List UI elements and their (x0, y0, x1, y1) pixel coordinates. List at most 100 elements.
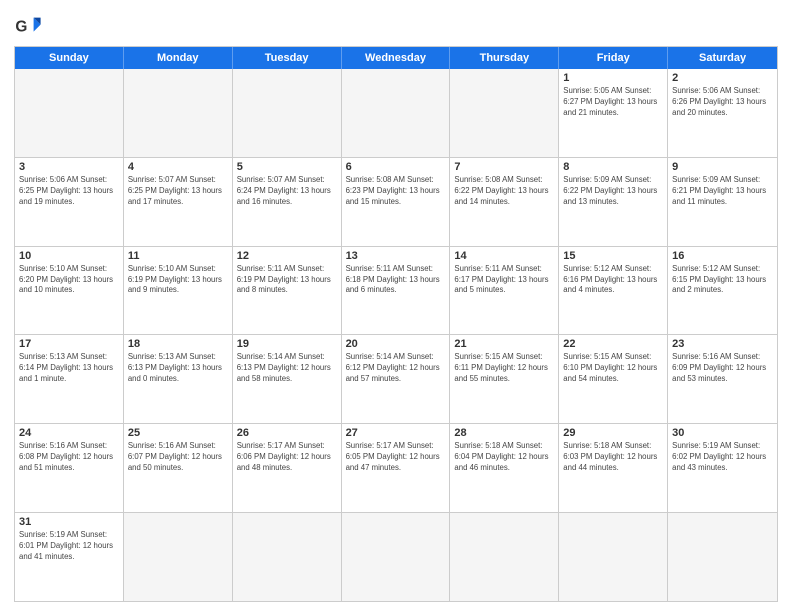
calendar-cell (124, 69, 233, 157)
day-info: Sunrise: 5:09 AM Sunset: 6:22 PM Dayligh… (563, 175, 663, 208)
day-number: 20 (346, 338, 446, 350)
calendar-cell: 31 Sunrise: 5:19 AM Sunset: 6:01 PM Dayli… (15, 513, 124, 601)
logo-icon: G (14, 12, 42, 40)
day-number: 4 (128, 161, 228, 173)
day-info: Sunrise: 5:11 AM Sunset: 6:17 PM Dayligh… (454, 264, 554, 297)
day-info: Sunrise: 5:07 AM Sunset: 6:24 PM Dayligh… (237, 175, 337, 208)
day-number: 19 (237, 338, 337, 350)
calendar-cell: 19Sunrise: 5:14 AM Sunset: 6:13 PM Dayli… (233, 335, 342, 423)
header: G (14, 12, 778, 40)
calendar-header-cell: Thursday (450, 47, 559, 69)
calendar-cell: 28Sunrise: 5:18 AM Sunset: 6:04 PM Dayli… (450, 424, 559, 512)
day-info: Sunrise: 5:06 AM Sunset: 6:25 PM Dayligh… (19, 175, 119, 208)
calendar-row: 17Sunrise: 5:13 AM Sunset: 6:14 PM Dayli… (15, 335, 777, 424)
day-number: 29 (563, 427, 663, 439)
day-number: 9 (672, 161, 773, 173)
day-info: Sunrise: 5:13 AM Sunset: 6:13 PM Dayligh… (128, 352, 228, 385)
calendar-row: 10 Sunrise: 5:10 AM Sunset: 6:20 PM Dayli… (15, 247, 777, 336)
calendar-header-cell: Monday (124, 47, 233, 69)
calendar-cell: 5 Sunrise: 5:07 AM Sunset: 6:24 PM Daylig… (233, 158, 342, 246)
day-info: Sunrise: 5:14 AM Sunset: 6:12 PM Dayligh… (346, 352, 446, 385)
day-info: Sunrise: 5:07 AM Sunset: 6:25 PM Dayligh… (128, 175, 228, 208)
day-info: Sunrise: 5:17 AM Sunset: 6:06 PM Dayligh… (237, 441, 337, 474)
day-info: Sunrise: 5:16 AM Sunset: 6:09 PM Dayligh… (672, 352, 773, 385)
calendar-header-cell: Wednesday (342, 47, 451, 69)
day-number: 26 (237, 427, 337, 439)
calendar-cell: 20 Sunrise: 5:14 AM Sunset: 6:12 PM Dayli… (342, 335, 451, 423)
day-number: 10 (19, 250, 119, 262)
calendar-cell: 13Sunrise: 5:11 AM Sunset: 6:18 PM Dayli… (342, 247, 451, 335)
day-info: Sunrise: 5:09 AM Sunset: 6:21 PM Dayligh… (672, 175, 773, 208)
calendar-cell: 10 Sunrise: 5:10 AM Sunset: 6:20 PM Dayli… (15, 247, 124, 335)
calendar-cell: 8 Sunrise: 5:09 AM Sunset: 6:22 PM Daylig… (559, 158, 668, 246)
day-info: Sunrise: 5:12 AM Sunset: 6:16 PM Dayligh… (563, 264, 663, 297)
day-number: 23 (672, 338, 773, 350)
day-number: 22 (563, 338, 663, 350)
calendar-cell: 4 Sunrise: 5:07 AM Sunset: 6:25 PM Daylig… (124, 158, 233, 246)
calendar-row: 3 Sunrise: 5:06 AM Sunset: 6:25 PM Daylig… (15, 158, 777, 247)
calendar-body: 1Sunrise: 5:05 AM Sunset: 6:27 PM Daylig… (15, 69, 777, 601)
calendar-cell: 26 Sunrise: 5:17 AM Sunset: 6:06 PM Dayli… (233, 424, 342, 512)
day-info: Sunrise: 5:10 AM Sunset: 6:20 PM Dayligh… (19, 264, 119, 297)
calendar-cell: 3 Sunrise: 5:06 AM Sunset: 6:25 PM Daylig… (15, 158, 124, 246)
day-number: 18 (128, 338, 228, 350)
day-number: 12 (237, 250, 337, 262)
calendar-cell: 1Sunrise: 5:05 AM Sunset: 6:27 PM Daylig… (559, 69, 668, 157)
calendar-header: SundayMondayTuesdayWednesdayThursdayFrid… (15, 47, 777, 69)
calendar-cell: 12 Sunrise: 5:11 AM Sunset: 6:19 PM Dayli… (233, 247, 342, 335)
calendar-row: 31 Sunrise: 5:19 AM Sunset: 6:01 PM Dayli… (15, 513, 777, 601)
calendar-cell (668, 513, 777, 601)
calendar-cell: 9 Sunrise: 5:09 AM Sunset: 6:21 PM Daylig… (668, 158, 777, 246)
day-number: 5 (237, 161, 337, 173)
calendar-cell (342, 513, 451, 601)
calendar-cell: 2 Sunrise: 5:06 AM Sunset: 6:26 PM Daylig… (668, 69, 777, 157)
day-info: Sunrise: 5:19 AM Sunset: 6:01 PM Dayligh… (19, 530, 119, 563)
day-info: Sunrise: 5:15 AM Sunset: 6:10 PM Dayligh… (563, 352, 663, 385)
day-number: 15 (563, 250, 663, 262)
calendar-cell (559, 513, 668, 601)
calendar-cell (342, 69, 451, 157)
day-info: Sunrise: 5:10 AM Sunset: 6:19 PM Dayligh… (128, 264, 228, 297)
calendar-row: 24 Sunrise: 5:16 AM Sunset: 6:08 PM Dayli… (15, 424, 777, 513)
day-number: 14 (454, 250, 554, 262)
calendar-cell (233, 513, 342, 601)
calendar-cell: 18 Sunrise: 5:13 AM Sunset: 6:13 PM Dayli… (124, 335, 233, 423)
day-number: 2 (672, 72, 773, 84)
calendar-cell (15, 69, 124, 157)
day-info: Sunrise: 5:11 AM Sunset: 6:19 PM Dayligh… (237, 264, 337, 297)
logo: G (14, 12, 46, 40)
day-info: Sunrise: 5:18 AM Sunset: 6:03 PM Dayligh… (563, 441, 663, 474)
day-info: Sunrise: 5:16 AM Sunset: 6:08 PM Dayligh… (19, 441, 119, 474)
calendar-cell: 23 Sunrise: 5:16 AM Sunset: 6:09 PM Dayli… (668, 335, 777, 423)
day-number: 28 (454, 427, 554, 439)
calendar-row: 1Sunrise: 5:05 AM Sunset: 6:27 PM Daylig… (15, 69, 777, 158)
calendar-cell: 25 Sunrise: 5:16 AM Sunset: 6:07 PM Dayli… (124, 424, 233, 512)
calendar-cell: 14 Sunrise: 5:11 AM Sunset: 6:17 PM Dayli… (450, 247, 559, 335)
calendar-cell: 16 Sunrise: 5:12 AM Sunset: 6:15 PM Dayli… (668, 247, 777, 335)
calendar-cell: 29 Sunrise: 5:18 AM Sunset: 6:03 PM Dayli… (559, 424, 668, 512)
day-number: 24 (19, 427, 119, 439)
day-number: 25 (128, 427, 228, 439)
day-info: Sunrise: 5:19 AM Sunset: 6:02 PM Dayligh… (672, 441, 773, 474)
day-info: Sunrise: 5:13 AM Sunset: 6:14 PM Dayligh… (19, 352, 119, 385)
calendar-cell: 7Sunrise: 5:08 AM Sunset: 6:22 PM Daylig… (450, 158, 559, 246)
calendar-cell: 15 Sunrise: 5:12 AM Sunset: 6:16 PM Dayli… (559, 247, 668, 335)
day-number: 31 (19, 516, 119, 528)
day-info: Sunrise: 5:12 AM Sunset: 6:15 PM Dayligh… (672, 264, 773, 297)
day-number: 3 (19, 161, 119, 173)
calendar-cell: 22 Sunrise: 5:15 AM Sunset: 6:10 PM Dayli… (559, 335, 668, 423)
day-info: Sunrise: 5:06 AM Sunset: 6:26 PM Dayligh… (672, 86, 773, 119)
day-info: Sunrise: 5:08 AM Sunset: 6:23 PM Dayligh… (346, 175, 446, 208)
calendar-cell (450, 69, 559, 157)
calendar-cell: 21Sunrise: 5:15 AM Sunset: 6:11 PM Dayli… (450, 335, 559, 423)
day-info: Sunrise: 5:16 AM Sunset: 6:07 PM Dayligh… (128, 441, 228, 474)
calendar-cell: 24 Sunrise: 5:16 AM Sunset: 6:08 PM Dayli… (15, 424, 124, 512)
day-number: 11 (128, 250, 228, 262)
calendar-cell: 30Sunrise: 5:19 AM Sunset: 6:02 PM Dayli… (668, 424, 777, 512)
day-number: 8 (563, 161, 663, 173)
day-number: 27 (346, 427, 446, 439)
day-number: 16 (672, 250, 773, 262)
day-number: 21 (454, 338, 554, 350)
calendar-cell (450, 513, 559, 601)
page: G SundayMondayTuesdayWednesdayThursdayFr… (0, 0, 792, 612)
